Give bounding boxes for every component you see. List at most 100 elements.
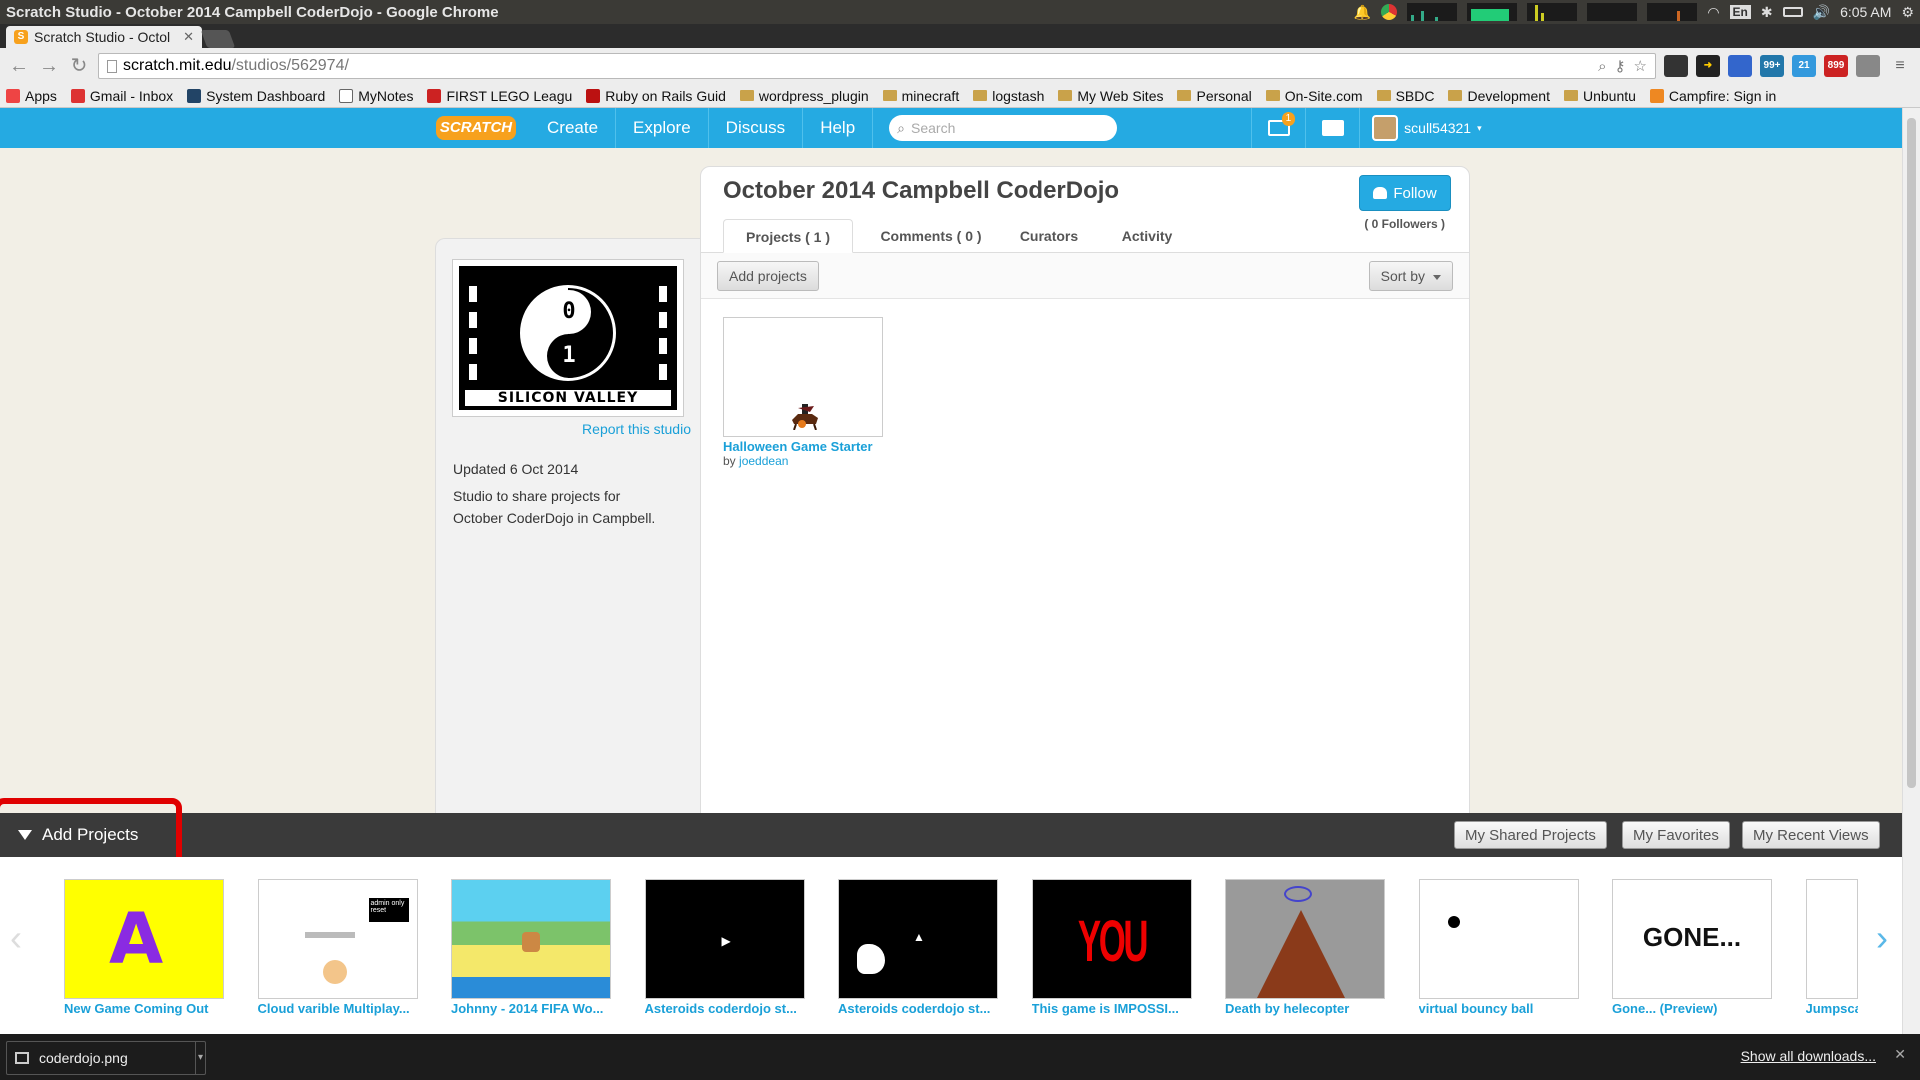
nav-explore[interactable]: Explore (616, 108, 709, 148)
bookmark-item[interactable]: Development (1448, 88, 1550, 104)
extension-screenshot-icon[interactable] (1664, 55, 1688, 77)
carousel-project-title[interactable]: New Game Coming Out (64, 1001, 224, 1016)
close-tab-icon[interactable]: ✕ (183, 29, 194, 45)
sort-by-button[interactable]: Sort by (1368, 261, 1453, 291)
carousel-project-title[interactable]: Jumpsca (1806, 1001, 1858, 1016)
carousel-project-title[interactable]: This game is IMPOSSI... (1032, 1001, 1192, 1016)
carousel-project[interactable]: virtual bouncy ball (1418, 879, 1579, 1016)
tab-activity[interactable]: Activity (1097, 219, 1197, 253)
carousel-project-thumbnail[interactable]: A (64, 879, 224, 999)
show-all-downloads-link[interactable]: Show all downloads... (1741, 1048, 1876, 1064)
reload-icon[interactable]: ↻ (68, 55, 90, 77)
extension-cast-icon[interactable] (1856, 55, 1880, 77)
bookmark-item[interactable]: Ruby on Rails Guid (586, 88, 726, 104)
add-projects-button[interactable]: Add projects (717, 261, 819, 291)
bookmark-item[interactable]: Personal (1177, 88, 1252, 104)
wifi-icon[interactable]: ◠ (1707, 4, 1719, 21)
nav-discuss[interactable]: Discuss (709, 108, 804, 148)
scratch-logo[interactable]: SCRATCH (436, 116, 516, 140)
bookmark-item[interactable]: Apps (6, 88, 57, 104)
carousel-project-title[interactable]: Gone... (Preview) (1612, 1001, 1772, 1016)
carousel-project-title[interactable]: Asteroids coderdojo st... (645, 1001, 805, 1016)
zoom-icon[interactable]: ⌕ (1598, 58, 1606, 75)
tab-my-favorites[interactable]: My Favorites (1622, 821, 1730, 849)
address-bar[interactable]: scratch.mit.edu /studios/562974/ ⌕ ⚷ ☆ (98, 53, 1656, 79)
bookmark-item[interactable]: logstash (973, 88, 1044, 104)
carousel-project[interactable]: GONE... Gone... (Preview) (1612, 879, 1772, 1016)
bookmark-item[interactable]: minecraft (882, 88, 959, 104)
carousel-project-thumbnail[interactable] (451, 879, 611, 999)
bookmark-item[interactable]: Unbuntu (1563, 88, 1636, 104)
carousel-project-title[interactable]: Death by helecopter (1225, 1001, 1385, 1016)
project-author-link[interactable]: joeddean (739, 454, 788, 468)
extension-check-icon[interactable]: 21 (1792, 55, 1816, 77)
nav-create[interactable]: Create (530, 108, 617, 148)
carousel-project-thumbnail[interactable]: admin only reset (257, 879, 418, 999)
volume-icon[interactable]: 🔊 (1813, 4, 1830, 21)
carousel-project[interactable]: A New Game Coming Out (64, 879, 224, 1016)
tab-curators[interactable]: Curators (1001, 219, 1097, 253)
bookmark-item[interactable]: Campfire: Sign in (1649, 88, 1776, 104)
bookmark-item[interactable]: SBDC (1376, 88, 1434, 104)
my-stuff-button[interactable] (1305, 108, 1359, 148)
key-icon[interactable]: ⚷ (1615, 57, 1626, 75)
extension-calendar-icon[interactable] (1728, 55, 1752, 77)
project-thumbnail[interactable] (723, 317, 883, 437)
carousel-project-title[interactable]: Cloud varible Multiplay... (258, 1001, 418, 1016)
carousel-project-thumbnail[interactable]: ▶ (644, 879, 805, 999)
bookmark-star-icon[interactable]: ☆ (1634, 57, 1647, 75)
bookmark-item[interactable]: On-Site.com (1265, 88, 1363, 104)
carousel-project-title[interactable]: virtual bouncy ball (1419, 1001, 1579, 1016)
report-studio-link[interactable]: Report this studio (582, 421, 691, 437)
bookmark-item[interactable]: Gmail - Inbox (70, 88, 173, 104)
carousel-project[interactable]: ▲ Asteroids coderdojo st... (838, 879, 998, 1016)
carousel-project-thumbnail[interactable]: ▲ (838, 879, 998, 999)
carousel-project[interactable]: ▶ Asteroids coderdojo st... (644, 879, 805, 1016)
carousel-project[interactable]: YOU LOSE This game is IMPOSSI... (1031, 879, 1192, 1016)
site-search-input[interactable]: ⌕ Search (889, 115, 1118, 141)
carousel-project[interactable]: Jumpsca (1805, 879, 1903, 1016)
bookmark-item[interactable]: wordpress_plugin (739, 88, 869, 104)
bookmark-item[interactable]: System Dashboard (187, 88, 325, 104)
follow-button[interactable]: Follow (1359, 175, 1451, 211)
add-projects-toggle[interactable]: Add Projects (4, 817, 180, 853)
carousel-project-thumbnail[interactable]: GONE... (1612, 879, 1772, 999)
bookmark-item[interactable]: MyNotes (339, 88, 413, 104)
carousel-project-title[interactable]: Asteroids coderdojo st... (838, 1001, 998, 1016)
bookmark-item[interactable]: FIRST LEGO Leagu (427, 88, 572, 104)
carousel-project-thumbnail[interactable]: YOU LOSE (1031, 879, 1192, 999)
chrome-menu-icon[interactable]: ≡ (1888, 55, 1912, 77)
chrome-icon[interactable] (1381, 4, 1398, 20)
extension-arrow-icon[interactable]: ➜ (1696, 55, 1720, 77)
carousel-prev-arrow-icon[interactable]: ‹ (10, 917, 22, 959)
carousel-project-thumbnail[interactable] (1418, 879, 1579, 999)
messages-button[interactable]: 1 (1251, 108, 1305, 148)
forward-arrow-icon[interactable]: → (38, 55, 60, 77)
power-gear-icon[interactable]: ⚙ (1901, 4, 1914, 21)
battery-icon[interactable] (1782, 7, 1803, 17)
carousel-project[interactable]: Death by helecopter (1225, 879, 1385, 1016)
tab-comments[interactable]: Comments ( 0 ) (861, 219, 1001, 253)
page-scrollbar[interactable] (1902, 108, 1920, 1034)
carousel-project-title[interactable]: Johnny - 2014 FIFA Wo... (451, 1001, 611, 1016)
carousel-project-thumbnail[interactable] (1225, 879, 1385, 999)
tab-projects[interactable]: Projects ( 1 ) (723, 219, 853, 253)
extension-user-icon[interactable]: 99+ (1760, 55, 1784, 77)
project-card[interactable]: Halloween Game Starter by joeddean (723, 317, 885, 468)
clock[interactable]: 6:05 AM (1840, 4, 1891, 20)
carousel-project[interactable]: admin only reset Cloud varible Multiplay.… (257, 879, 418, 1016)
new-tab-button[interactable] (200, 30, 236, 48)
user-menu[interactable]: scull54321 ▾ (1359, 108, 1493, 148)
notification-bell-icon[interactable]: 🔔 (1354, 4, 1371, 20)
download-menu-chevron-icon[interactable]: ▾ (195, 1041, 205, 1075)
keyboard-layout-indicator[interactable]: En (1729, 5, 1751, 19)
bluetooth-icon[interactable]: ✱ (1761, 4, 1773, 21)
scrollbar-thumb[interactable] (1907, 118, 1916, 788)
carousel-project[interactable]: Johnny - 2014 FIFA Wo... (451, 879, 611, 1016)
download-item[interactable]: coderdojo.png ▾ (6, 1041, 206, 1075)
gmail-extension-icon[interactable]: 899 (1824, 55, 1848, 77)
bookmark-item[interactable]: My Web Sites (1058, 88, 1163, 104)
tab-my-recent-views[interactable]: My Recent Views (1742, 821, 1880, 849)
tab-my-shared-projects[interactable]: My Shared Projects (1454, 821, 1607, 849)
carousel-project-thumbnail[interactable] (1805, 879, 1858, 999)
